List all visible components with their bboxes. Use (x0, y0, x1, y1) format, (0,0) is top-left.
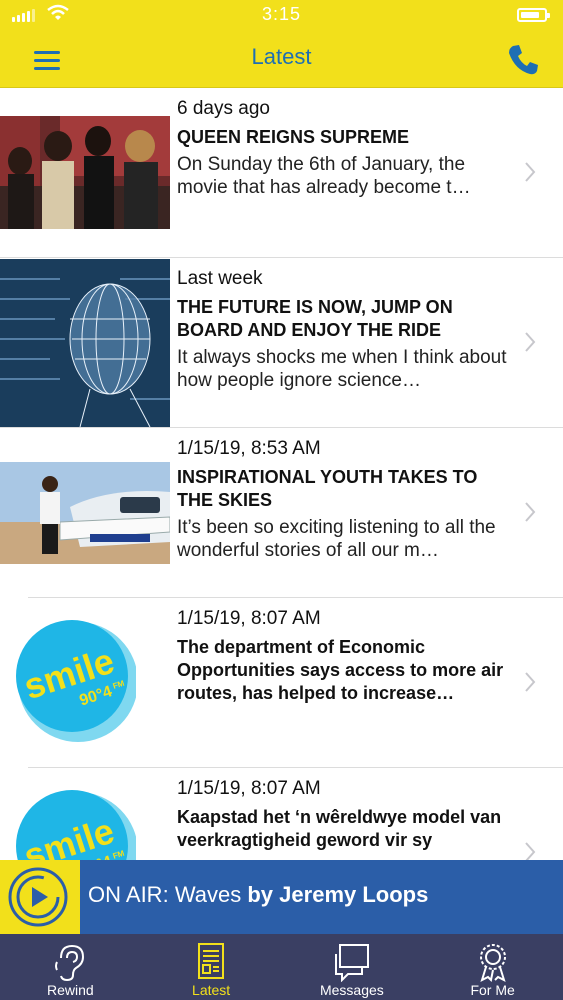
tab-latest[interactable]: Latest (141, 934, 282, 1000)
on-air-label: ON AIR: (88, 882, 169, 907)
tab-messages[interactable]: Messages (282, 934, 423, 1000)
news-item[interactable]: smile 90°4 FM 1/15/19, 8:07 AM Kaapstad … (0, 768, 563, 860)
chevron-right-icon (525, 162, 536, 182)
tab-label: Messages (319, 982, 384, 998)
news-item[interactable]: smile 90°4 FM 1/15/19, 8:07 AM The depar… (0, 598, 563, 768)
phone-icon (509, 45, 538, 75)
station-logo: smile 90°4 FM (16, 614, 136, 744)
play-button[interactable] (0, 860, 80, 934)
item-headline: THE FUTURE IS NOW, JUMP ON BOARD AND ENJ… (177, 297, 453, 340)
wireframe-head-thumbnail (0, 259, 170, 427)
page-title: Latest (251, 44, 312, 69)
play-icon (8, 867, 68, 927)
artist-name: Jeremy Loops (279, 882, 429, 907)
artist-by: by (247, 882, 274, 907)
band-photo-thumbnail (0, 116, 170, 229)
item-headline: INSPIRATIONAL YOUTH TAKES TO THE SKIES (177, 467, 478, 510)
ear-icon (55, 944, 85, 982)
chevron-right-icon (525, 842, 536, 860)
tab-label: For Me (470, 982, 515, 998)
chat-icon (334, 944, 369, 982)
item-summary: On Sunday the 6th of January, the movie … (177, 154, 471, 198)
item-headline: Kaapstad het ‘n wêreldwye model van veer… (177, 807, 502, 850)
item-time: 1/15/19, 8:07 AM (177, 778, 321, 799)
now-playing-text: ON AIR: Waves by Jeremy Loops (88, 882, 428, 908)
status-bar: 3:15 (0, 0, 563, 30)
news-item[interactable]: 6 days ago QUEEN REIGNS SUPREME On Sunda… (0, 88, 563, 258)
tab-bar: Rewind Latest Messages For Me (0, 934, 563, 1000)
item-time: 1/15/19, 8:07 AM (177, 608, 321, 629)
item-summary: It always shocks me when I think about h… (177, 347, 507, 391)
tab-rewind[interactable]: Rewind (0, 934, 141, 1000)
tab-label: Rewind (47, 982, 94, 998)
battery-icon (517, 8, 550, 22)
item-summary: It’s been so exciting listening to all t… (177, 517, 496, 561)
phone-button[interactable] (503, 40, 543, 80)
app-header: Latest (0, 30, 563, 88)
song-title: Waves (174, 882, 242, 907)
status-time: 3:15 (261, 4, 302, 24)
item-time: 1/15/19, 8:53 AM (177, 438, 321, 459)
news-icon (198, 943, 225, 979)
badge-icon (479, 944, 506, 982)
chevron-right-icon (525, 672, 536, 692)
news-list[interactable]: 6 days ago QUEEN REIGNS SUPREME On Sunda… (0, 88, 563, 860)
now-playing-bar[interactable]: ON AIR: Waves by Jeremy Loops (0, 860, 563, 934)
item-headline: The department of Economic Opportunities… (177, 637, 504, 703)
news-item[interactable]: 1/15/19, 8:53 AM INSPIRATIONAL YOUTH TAK… (0, 428, 563, 598)
tab-label: Latest (192, 982, 231, 998)
tab-for-me[interactable]: For Me (422, 934, 563, 1000)
pilot-aircraft-thumbnail (0, 462, 170, 564)
chevron-right-icon (525, 332, 536, 352)
item-time: Last week (177, 268, 263, 289)
item-headline: QUEEN REIGNS SUPREME (177, 127, 410, 147)
news-item[interactable]: Last week THE FUTURE IS NOW, JUMP ON BOA… (0, 258, 563, 428)
station-logo: smile 90°4 FM (16, 784, 136, 860)
chevron-right-icon (525, 502, 536, 522)
item-time: 6 days ago (177, 98, 270, 119)
